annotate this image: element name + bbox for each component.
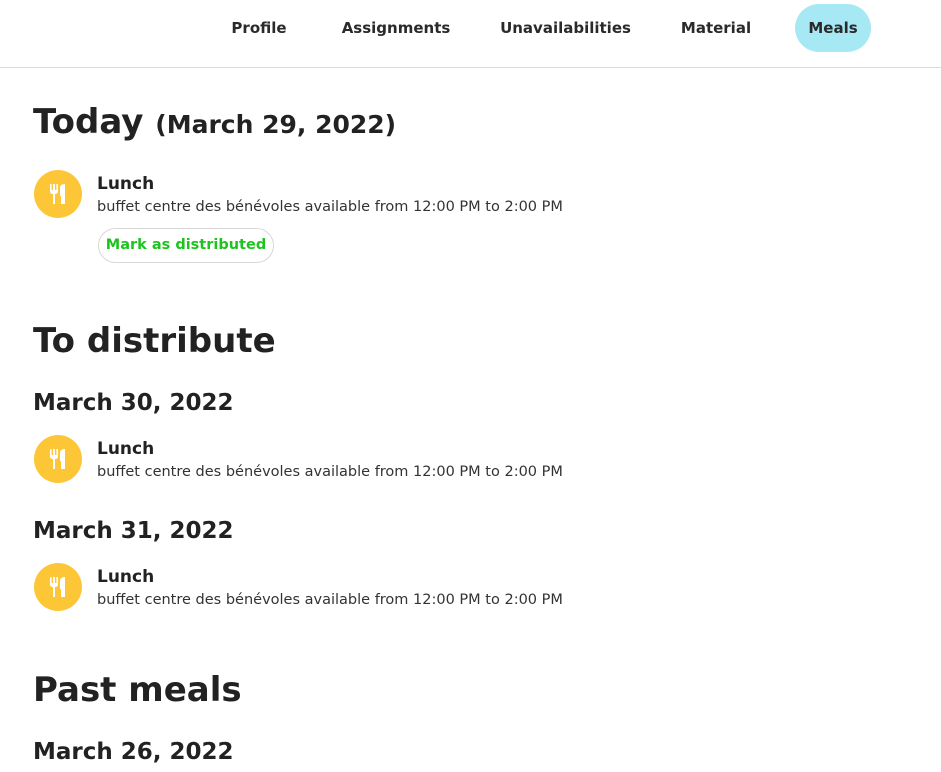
top-navigation: Profile Assignments Unavailabilities Mat… <box>0 0 941 68</box>
meal-title: Lunch <box>97 174 155 194</box>
meal-title: Lunch <box>97 567 155 587</box>
day-date: March 30, 2022 <box>33 390 234 416</box>
utensils-icon <box>34 435 82 483</box>
meal-title: Lunch <box>97 439 155 459</box>
meal-description: buffet centre des bénévoles available fr… <box>97 592 563 608</box>
past-meals-heading: Past meals <box>33 670 242 710</box>
tab-unavailabilities[interactable]: Unavailabilities <box>497 4 634 52</box>
tab-meals[interactable]: Meals <box>795 4 871 52</box>
meal-description: buffet centre des bénévoles available fr… <box>97 199 563 215</box>
today-title: Today <box>33 102 144 142</box>
tab-material[interactable]: Material <box>674 4 758 52</box>
tab-profile[interactable]: Profile <box>222 4 296 52</box>
utensils-icon <box>34 563 82 611</box>
tab-assignments[interactable]: Assignments <box>336 4 456 52</box>
to-distribute-heading: To distribute <box>33 321 276 361</box>
mark-as-distributed-button[interactable]: Mark as distributed <box>98 228 274 263</box>
meal-description: buffet centre des bénévoles available fr… <box>97 464 563 480</box>
today-heading: Today (March 29, 2022) <box>33 102 396 142</box>
day-date: March 26, 2022 <box>33 739 234 765</box>
utensils-icon <box>34 170 82 218</box>
day-date: March 31, 2022 <box>33 518 234 544</box>
today-date: (March 29, 2022) <box>155 110 397 139</box>
